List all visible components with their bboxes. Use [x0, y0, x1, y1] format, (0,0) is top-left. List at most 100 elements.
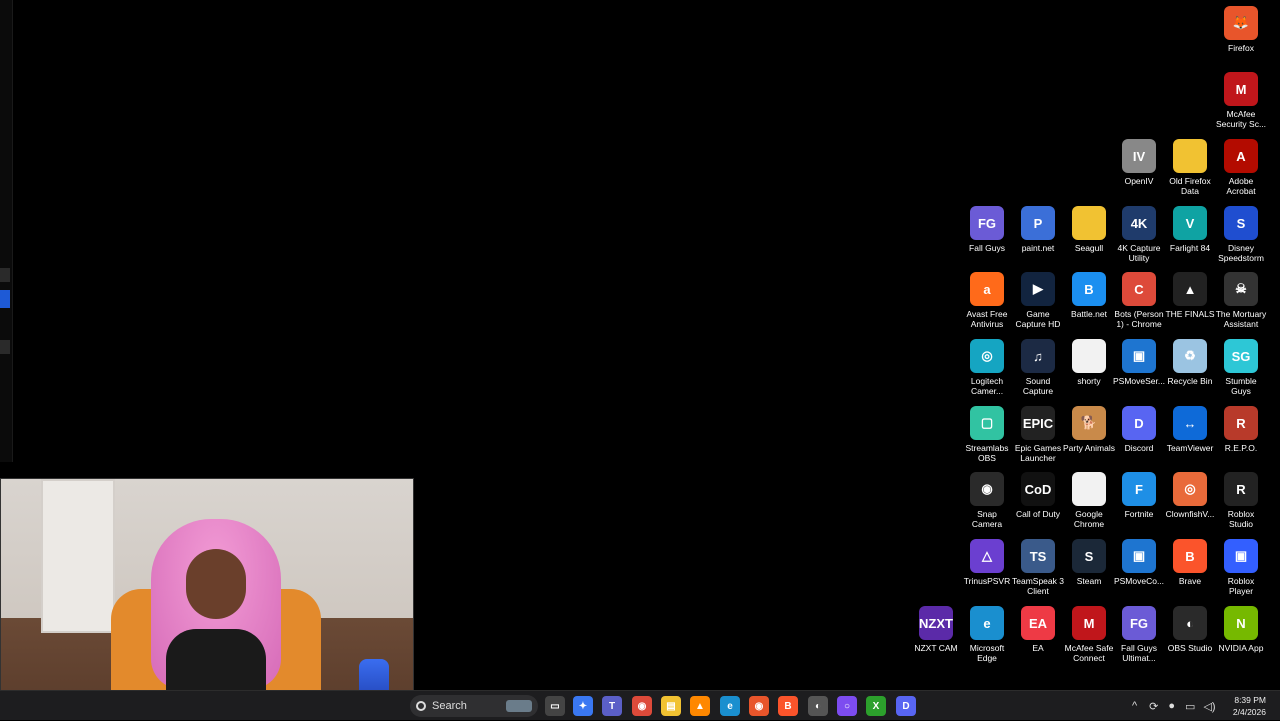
desktop-icon-the-finals[interactable]: ▲ THE FINALS — [1164, 272, 1216, 319]
desktop-icon-old-firefox-data[interactable]: Old Firefox Data — [1164, 139, 1216, 196]
desktop-icon-clownfishv[interactable]: ◎ ClownfishV... — [1164, 472, 1216, 519]
desktop-icon-sound-capture[interactable]: ♫ Sound Capture — [1012, 339, 1064, 396]
brave-icon: B — [1173, 539, 1207, 573]
desktop-icon-teamviewer[interactable]: ↔ TeamViewer — [1164, 406, 1216, 453]
desktop-icon-adobe-acrobat[interactable]: A Adobe Acrobat — [1215, 139, 1267, 196]
desktop-icon-teamspeak-3-client[interactable]: TS TeamSpeak 3 Client — [1012, 539, 1064, 596]
seagull-icon — [1072, 206, 1106, 240]
desktop-icon-party-animals[interactable]: 🐕 Party Animals — [1063, 406, 1115, 453]
desktop-icon-the-mortuary-assistant[interactable]: ☠ The Mortuary Assistant — [1215, 272, 1267, 329]
desktop-icon-microsoft-edge[interactable]: e Microsoft Edge — [961, 606, 1013, 663]
desktop-icon-streamlabs-obs[interactable]: ▢ Streamlabs OBS — [961, 406, 1013, 463]
desktop-icon-ea[interactable]: EA EA — [1012, 606, 1064, 653]
desktop-icon-label: TeamViewer — [1166, 443, 1214, 453]
discord-icon[interactable]: D — [896, 696, 916, 716]
obs-studio-icon: ◐ — [1173, 606, 1207, 640]
desktop-icon-battle-net[interactable]: B Battle.net — [1063, 272, 1115, 319]
desktop-icon-paint-net[interactable]: Ppaint.net — [1012, 206, 1064, 253]
desktop-icon-call-of-duty[interactable]: CoD Call of Duty — [1012, 472, 1064, 519]
desktop-icon-stumble-guys[interactable]: SG Stumble Guys — [1215, 339, 1267, 396]
app-circle-icon[interactable]: ○ — [837, 696, 857, 716]
vlc-icon[interactable]: ▲ — [690, 696, 710, 716]
xbox-icon[interactable]: X — [866, 696, 886, 716]
recycle-bin-icon: ♻ — [1173, 339, 1207, 373]
desktop-icon-roblox-player[interactable]: ▣ Roblox Player — [1215, 539, 1267, 596]
desktop-icon-label: Disney Speedstorm — [1218, 243, 1264, 263]
desktop-icon-label: Old Firefox Data — [1169, 176, 1211, 196]
desktop-icon-disney-speedstorm[interactable]: S Disney Speedstorm — [1215, 206, 1267, 263]
desktop-icon-firefox[interactable]: 🦊 Firefox — [1215, 6, 1267, 53]
file-explorer-icon[interactable]: ▤ — [661, 696, 681, 716]
4k-capture-utility-icon: 4K — [1122, 206, 1156, 240]
obs-icon[interactable]: ◐ — [808, 696, 828, 716]
desktop-icon-label: Roblox Studio — [1227, 509, 1255, 529]
desktop-icon-label: EA — [1032, 643, 1044, 653]
desktop-icon-epic-games-launcher[interactable]: EPIC Epic Games Launcher — [1012, 406, 1064, 463]
desktop-icon-label: Fortnite — [1124, 509, 1154, 519]
desktop-icon-obs-studio[interactable]: ◐ OBS Studio — [1164, 606, 1216, 653]
brave-icon[interactable]: B — [778, 696, 798, 716]
the-finals-icon: ▲ — [1173, 272, 1207, 306]
desktop-icon-fortnite[interactable]: F Fortnite — [1113, 472, 1165, 519]
firefox-icon: 🦊 — [1224, 6, 1258, 40]
desktop-icon-label: NVIDIA App — [1218, 643, 1264, 653]
adobe-acrobat-icon: A — [1224, 139, 1258, 173]
desktop-icon-logitech-camer[interactable]: ◎ Logitech Camer... — [961, 339, 1013, 396]
chrome-icon[interactable]: ◉ — [632, 696, 652, 716]
desktop-icon-trinuspsvr[interactable]: △ TrinusPSVR — [961, 539, 1013, 586]
desktop-icon-bots-person-1-chrome[interactable]: C Bots (Person 1) - Chrome — [1113, 272, 1165, 329]
desktop-icon-mcafee-security-sc[interactable]: M McAfee Security Sc... — [1215, 72, 1267, 129]
desktop-icon-discord[interactable]: D Discord — [1113, 406, 1165, 453]
copilot-icon[interactable]: ✦ — [573, 696, 593, 716]
nzxt-cam-icon: NZXT — [919, 606, 953, 640]
desktop-icon-psmoveco[interactable]: ▣ PSMoveCo... — [1113, 539, 1165, 586]
webcam-streamer — [151, 519, 281, 711]
desktop-icon-farlight-84[interactable]: V Farlight 84 — [1164, 206, 1216, 253]
bots-person-1-chrome-icon: C — [1122, 272, 1156, 306]
desktop-icon-seagull[interactable]: Seagull — [1063, 206, 1115, 253]
edge-icon[interactable]: e — [720, 696, 740, 716]
discord-icon: D — [1122, 406, 1156, 440]
taskbar-search[interactable]: Search — [410, 695, 538, 717]
steam-icon: S — [1072, 539, 1106, 573]
desktop-icon-psmoveser[interactable]: ▣ PSMoveSer... — [1113, 339, 1165, 386]
desktop-icon-r-e-p-o[interactable]: R R.E.P.O. — [1215, 406, 1267, 453]
network-icon[interactable]: ▭ — [1185, 700, 1195, 713]
search-placeholder: Search — [432, 700, 467, 712]
desktop-icon-game-capture-hd[interactable]: ▶ Game Capture HD — [1012, 272, 1064, 329]
desktop-icon-label: OpenIV — [1124, 176, 1154, 186]
desktop-icon-recycle-bin[interactable]: ♻ Recycle Bin — [1164, 339, 1216, 386]
desktop-icon-4k-capture-utility[interactable]: 4K 4K Capture Utility — [1113, 206, 1165, 263]
desktop-icon-snap-camera[interactable]: ◉ Snap Camera — [961, 472, 1013, 529]
microphone-icon[interactable]: ● — [1168, 700, 1175, 712]
volume-icon[interactable]: ◁) — [1203, 700, 1215, 713]
mcafee-safe-connect-icon: M — [1072, 606, 1106, 640]
desktop-icon-steam[interactable]: S Steam — [1063, 539, 1115, 586]
desktop-icon-openiv[interactable]: IV OpenIV — [1113, 139, 1165, 186]
desktop-icon-roblox-studio[interactable]: R Roblox Studio — [1215, 472, 1267, 529]
desktop-icon-avast-free-antivirus[interactable]: a Avast Free Antivirus — [961, 272, 1013, 329]
disney-speedstorm-icon: S — [1224, 206, 1258, 240]
task-view-icon[interactable]: ▭ — [545, 696, 565, 716]
desktop-icon-mcafee-safe-connect[interactable]: M McAfee Safe Connect — [1063, 606, 1115, 663]
shorty-icon — [1072, 339, 1106, 373]
sync-icon[interactable]: ⟳ — [1149, 700, 1158, 713]
desktop-icon-google-chrome[interactable]: Google Chrome — [1063, 472, 1115, 529]
logitech-camer-icon: ◎ — [970, 339, 1004, 373]
chevron-up-icon[interactable]: ^ — [1132, 700, 1137, 712]
desktop-icon-nvidia-app[interactable]: N NVIDIA App — [1215, 606, 1267, 653]
desktop-icon-brave[interactable]: B Brave — [1164, 539, 1216, 586]
trinuspsvr-icon: △ — [970, 539, 1004, 573]
desktop-icon-label: Call of Duty — [1016, 509, 1060, 519]
call-of-duty-icon: CoD — [1021, 472, 1055, 506]
desktop-icon-shorty[interactable]: shorty — [1063, 339, 1115, 386]
taskbar-clock[interactable]: 8:39 PM 2/4/2026 — [1233, 694, 1266, 718]
desktop-icon-label: TrinusPSVR — [963, 576, 1011, 586]
firefox-icon[interactable]: ◉ — [749, 696, 769, 716]
desktop-icon-fall-guys-ultimat[interactable]: FG Fall Guys Ultimat... — [1113, 606, 1165, 663]
teams-icon[interactable]: T — [602, 696, 622, 716]
desktop-icon-fall-guys[interactable]: FG Fall Guys — [961, 206, 1013, 253]
desktop-icon-label: ClownfishV... — [1165, 509, 1215, 519]
desktop-icon-label: Sound Capture — [1022, 376, 1054, 396]
desktop-icon-nzxt-cam[interactable]: NZXT NZXT CAM — [910, 606, 962, 653]
